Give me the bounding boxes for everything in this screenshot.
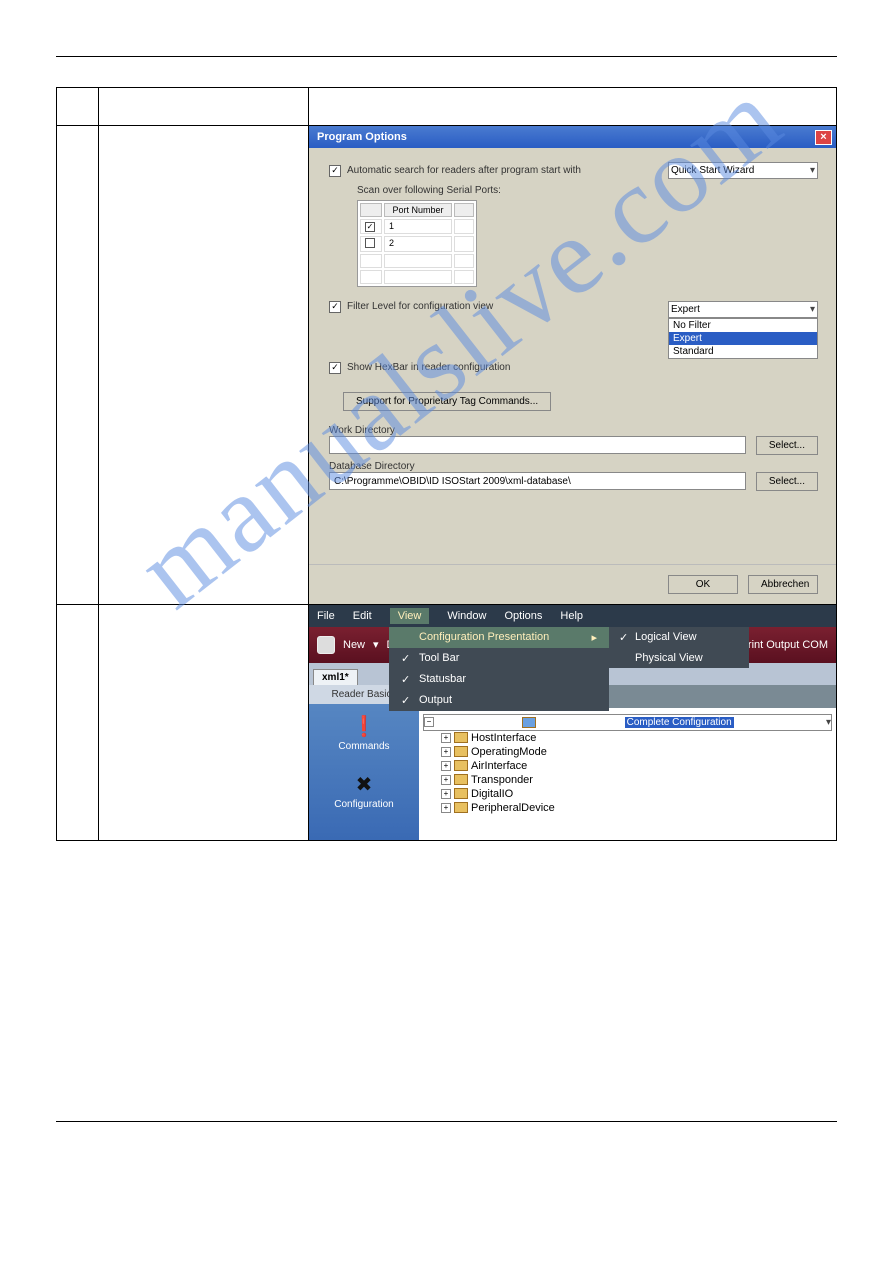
menuitem-config-presentation[interactable]: Configuration Presentation▸ — [389, 627, 609, 648]
folder-icon — [454, 760, 468, 771]
dialog-titlebar[interactable]: Program Options × — [309, 126, 836, 148]
menu-view[interactable]: View — [390, 608, 430, 624]
tree-item[interactable]: +Transponder — [441, 773, 832, 787]
menuitem-toolbar[interactable]: ✓Tool Bar — [389, 648, 609, 669]
expand-icon[interactable]: + — [441, 789, 451, 799]
auto-search-checkbox[interactable]: ✓ — [329, 165, 341, 177]
folder-icon — [454, 802, 468, 813]
expand-icon[interactable]: + — [441, 775, 451, 785]
expand-icon[interactable]: + — [441, 761, 451, 771]
rule-bottom — [56, 1121, 837, 1122]
workdir-label: Work Directory — [329, 425, 818, 436]
presentation-submenu: ✓Logical View Physical View — [609, 627, 749, 668]
rule-top — [56, 56, 837, 57]
hexbar-label: Show HexBar in reader configuration — [347, 362, 510, 373]
menuitem-physical-view[interactable]: Physical View — [609, 648, 749, 668]
menuitem-statusbar[interactable]: ✓Statusbar — [389, 669, 609, 690]
filter-dropdown-list: No Filter Expert Standard — [668, 318, 818, 359]
menu-options[interactable]: Options — [504, 610, 542, 622]
tree-item[interactable]: +OperatingMode — [441, 745, 832, 759]
menu-help[interactable]: Help — [560, 610, 583, 622]
scan-label: Scan over following Serial Ports: — [357, 185, 818, 196]
port-col: Port Number — [384, 203, 452, 217]
sidebar-item-configuration[interactable]: ✖ Configuration — [309, 762, 419, 820]
dbdir-field[interactable]: C:\Programme\OBID\ID ISOStart 2009\xml-d… — [329, 472, 746, 490]
workdir-field[interactable] — [329, 436, 746, 454]
hexbar-checkbox[interactable]: ✓ — [329, 362, 341, 374]
table-header-c — [309, 88, 837, 126]
auto-search-label: Automatic search for readers after progr… — [347, 165, 581, 176]
folder-icon — [454, 732, 468, 743]
folder-open-icon — [522, 717, 536, 728]
menuitem-logical-view[interactable]: ✓Logical View — [609, 627, 749, 648]
table-header-a — [57, 88, 99, 126]
close-icon[interactable]: × — [815, 130, 832, 145]
tree-item[interactable]: +PeripheralDevice — [441, 801, 832, 815]
expand-icon[interactable]: + — [441, 733, 451, 743]
doc-icon — [317, 636, 335, 654]
tree-item[interactable]: +AirInterface — [441, 759, 832, 773]
filter-option[interactable]: Standard — [669, 345, 817, 358]
folder-icon — [454, 774, 468, 785]
port2-checkbox[interactable] — [365, 238, 375, 248]
ok-button[interactable]: OK — [668, 575, 738, 594]
serial-ports-table: Port Number ✓1 2 — [357, 200, 477, 287]
cell-step-3 — [57, 126, 99, 605]
exclamation-icon: ❗ — [311, 714, 417, 739]
dbdir-select-button[interactable]: Select... — [756, 472, 818, 491]
menubar: File Edit View Window Options Help — [309, 605, 836, 627]
dbdir-label: Database Directory — [329, 461, 818, 472]
expand-icon[interactable]: + — [441, 747, 451, 757]
config-tree: − Complete Configuration +HostInterface … — [419, 708, 836, 821]
cell-step-4 — [57, 604, 99, 840]
filter-select[interactable]: Expert — [668, 301, 818, 318]
tree-item[interactable]: +HostInterface — [441, 731, 832, 745]
menu-edit[interactable]: Edit — [353, 610, 372, 622]
tab-xml1[interactable]: xml1* — [313, 669, 358, 685]
tree-item[interactable]: +DigitalIO — [441, 787, 832, 801]
filter-checkbox[interactable]: ✓ — [329, 301, 341, 313]
menu-window[interactable]: Window — [447, 610, 486, 622]
start-mode-select[interactable]: Quick Start Wizard — [668, 162, 818, 179]
menuitem-output[interactable]: ✓Output — [389, 690, 609, 711]
table-row: 2 — [360, 236, 474, 252]
table-row: ✓1 — [360, 219, 474, 234]
table-header-b — [99, 88, 309, 126]
cell-desc-3 — [99, 126, 309, 605]
expand-icon[interactable]: + — [441, 803, 451, 813]
toolbar-chevron-down-icon[interactable]: ▾ — [373, 638, 379, 651]
tree-root[interactable]: − Complete Configuration — [423, 714, 832, 731]
main-table: Program Options × ✓ Automatic search for… — [56, 87, 837, 841]
menu-file[interactable]: File — [317, 610, 335, 622]
support-button[interactable]: Support for Proprietary Tag Commands... — [343, 392, 551, 411]
filter-label: Filter Level for configuration view — [347, 301, 493, 312]
dialog-title: Program Options — [317, 131, 407, 143]
workdir-select-button[interactable]: Select... — [756, 436, 818, 455]
collapse-icon[interactable]: − — [424, 717, 434, 727]
filter-option[interactable]: Expert — [669, 332, 817, 345]
app-window: File Edit View Window Options Help Confi… — [309, 605, 836, 840]
toolbar-new[interactable]: New — [343, 639, 365, 651]
cell-desc-4 — [99, 604, 309, 840]
folder-icon — [454, 746, 468, 757]
wrench-icon: ✖ — [311, 772, 417, 797]
program-options-dialog: Program Options × ✓ Automatic search for… — [309, 126, 836, 604]
view-submenu: Configuration Presentation▸ ✓Tool Bar ✓S… — [389, 627, 609, 711]
folder-icon — [454, 788, 468, 799]
port1-checkbox[interactable]: ✓ — [365, 222, 375, 232]
filter-option[interactable]: No Filter — [669, 319, 817, 332]
cancel-button[interactable]: Abbrechen — [748, 575, 818, 594]
sidebar-item-commands[interactable]: ❗ Commands — [309, 704, 419, 762]
